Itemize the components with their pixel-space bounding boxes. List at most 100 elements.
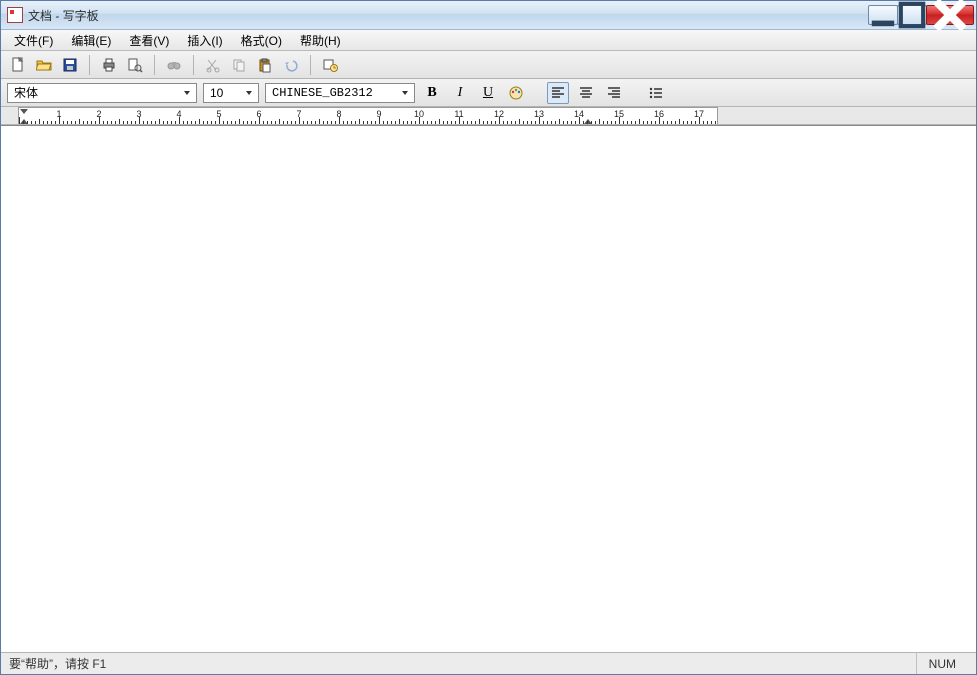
ruler-tick: [175, 121, 176, 124]
ruler-tick: [527, 121, 528, 124]
document-editor[interactable]: [1, 125, 976, 652]
ruler-tick: [695, 121, 696, 124]
italic-button[interactable]: I: [449, 82, 471, 104]
ruler-tick: [691, 121, 692, 124]
ruler-tick: [627, 121, 628, 124]
ruler-tick: [211, 121, 212, 124]
new-button[interactable]: [7, 54, 29, 76]
font-size-combo[interactable]: 10: [203, 83, 259, 103]
font-color-button[interactable]: [505, 82, 527, 104]
ruler-tick: [319, 119, 320, 124]
ruler-tick: [587, 121, 588, 124]
ruler-tick: [227, 121, 228, 124]
palette-icon: [508, 85, 524, 101]
underline-button[interactable]: U: [477, 82, 499, 104]
datetime-button[interactable]: [319, 54, 341, 76]
open-button[interactable]: [33, 54, 55, 76]
ruler-tick: [231, 121, 232, 124]
menu-edit[interactable]: 编辑(E): [62, 30, 120, 51]
font-name-combo[interactable]: 宋体: [7, 83, 197, 103]
maximize-button[interactable]: [897, 5, 927, 25]
ruler-tick: [367, 121, 368, 124]
horizontal-ruler[interactable]: 1234567891011121314151617: [18, 107, 718, 125]
menu-file[interactable]: 文件(F): [5, 30, 62, 51]
ruler-tick: [599, 119, 600, 124]
ruler-tick: [679, 119, 680, 124]
ruler-tick: [559, 119, 560, 124]
menu-help[interactable]: 帮助(H): [291, 30, 350, 51]
chevron-down-icon: [242, 85, 256, 101]
ruler-tick: [631, 121, 632, 124]
menu-insert[interactable]: 插入(I): [178, 30, 231, 51]
ruler-tick: [523, 121, 524, 124]
print-button[interactable]: [98, 54, 120, 76]
ruler-tick: [315, 121, 316, 124]
print-preview-button[interactable]: [124, 54, 146, 76]
ruler-tick: [475, 121, 476, 124]
font-size-value: 10: [210, 86, 223, 100]
ruler-number: 2: [96, 109, 101, 119]
ruler-tick: [223, 121, 224, 124]
ruler-tick: [547, 121, 548, 124]
align-center-button[interactable]: [575, 82, 597, 104]
ruler-tick: [95, 121, 96, 124]
ruler-tick: [287, 121, 288, 124]
align-left-button[interactable]: [547, 82, 569, 104]
menu-format[interactable]: 格式(O): [232, 30, 291, 51]
ruler-tick: [79, 119, 80, 124]
ruler-tick: [575, 121, 576, 124]
open-folder-icon: [36, 57, 52, 73]
ruler-tick: [267, 121, 268, 124]
toolbar-separator: [154, 55, 155, 75]
ruler-tick: [39, 119, 40, 124]
ruler-tick: [443, 121, 444, 124]
ruler-tick: [495, 121, 496, 124]
ruler-tick: [71, 121, 72, 124]
first-line-indent-marker[interactable]: [20, 109, 28, 114]
ruler-tick: [251, 121, 252, 124]
status-help-text: 要“帮助”，请按 F1: [9, 655, 106, 672]
menu-view[interactable]: 查看(V): [120, 30, 178, 51]
format-toolbar: 宋体 10 CHINESE_GB2312 B I U: [1, 79, 976, 107]
paste-button[interactable]: [254, 54, 276, 76]
minimize-button[interactable]: [868, 5, 898, 25]
ruler-tick: [371, 121, 372, 124]
ruler-tick: [711, 121, 712, 124]
charset-combo[interactable]: CHINESE_GB2312: [265, 83, 415, 103]
ruler-tick: [55, 121, 56, 124]
font-name-value: 宋体: [14, 84, 38, 101]
ruler-tick: [571, 121, 572, 124]
ruler-tick: [239, 119, 240, 124]
bullets-button[interactable]: [645, 82, 667, 104]
ruler-tick: [323, 121, 324, 124]
ruler-tick: [203, 121, 204, 124]
bullet-list-icon: [648, 85, 664, 101]
ruler-area: 1234567891011121314151617: [1, 107, 976, 125]
ruler-tick: [163, 121, 164, 124]
align-right-button[interactable]: [603, 82, 625, 104]
undo-button[interactable]: [280, 54, 302, 76]
ruler-tick: [331, 121, 332, 124]
new-file-icon: [10, 57, 26, 73]
ruler-tick: [47, 121, 48, 124]
bold-button[interactable]: B: [421, 82, 443, 104]
close-button[interactable]: [926, 5, 974, 25]
ruler-tick: [67, 121, 68, 124]
ruler-number: 17: [694, 109, 704, 119]
paste-icon: [257, 57, 273, 73]
ruler-tick: [503, 121, 504, 124]
find-button[interactable]: [163, 54, 185, 76]
menu-bar: 文件(F) 编辑(E) 查看(V) 插入(I) 格式(O) 帮助(H): [1, 30, 976, 51]
ruler-number: 15: [614, 109, 624, 119]
ruler-tick: [399, 119, 400, 124]
ruler-tick: [27, 121, 28, 124]
ruler-tick: [519, 119, 520, 124]
ruler-tick: [347, 121, 348, 124]
ruler-tick: [295, 121, 296, 124]
ruler-tick: [191, 121, 192, 124]
ruler-tick: [159, 119, 160, 124]
save-button[interactable]: [59, 54, 81, 76]
copy-button[interactable]: [228, 54, 250, 76]
cut-button[interactable]: [202, 54, 224, 76]
ruler-number: 4: [176, 109, 181, 119]
